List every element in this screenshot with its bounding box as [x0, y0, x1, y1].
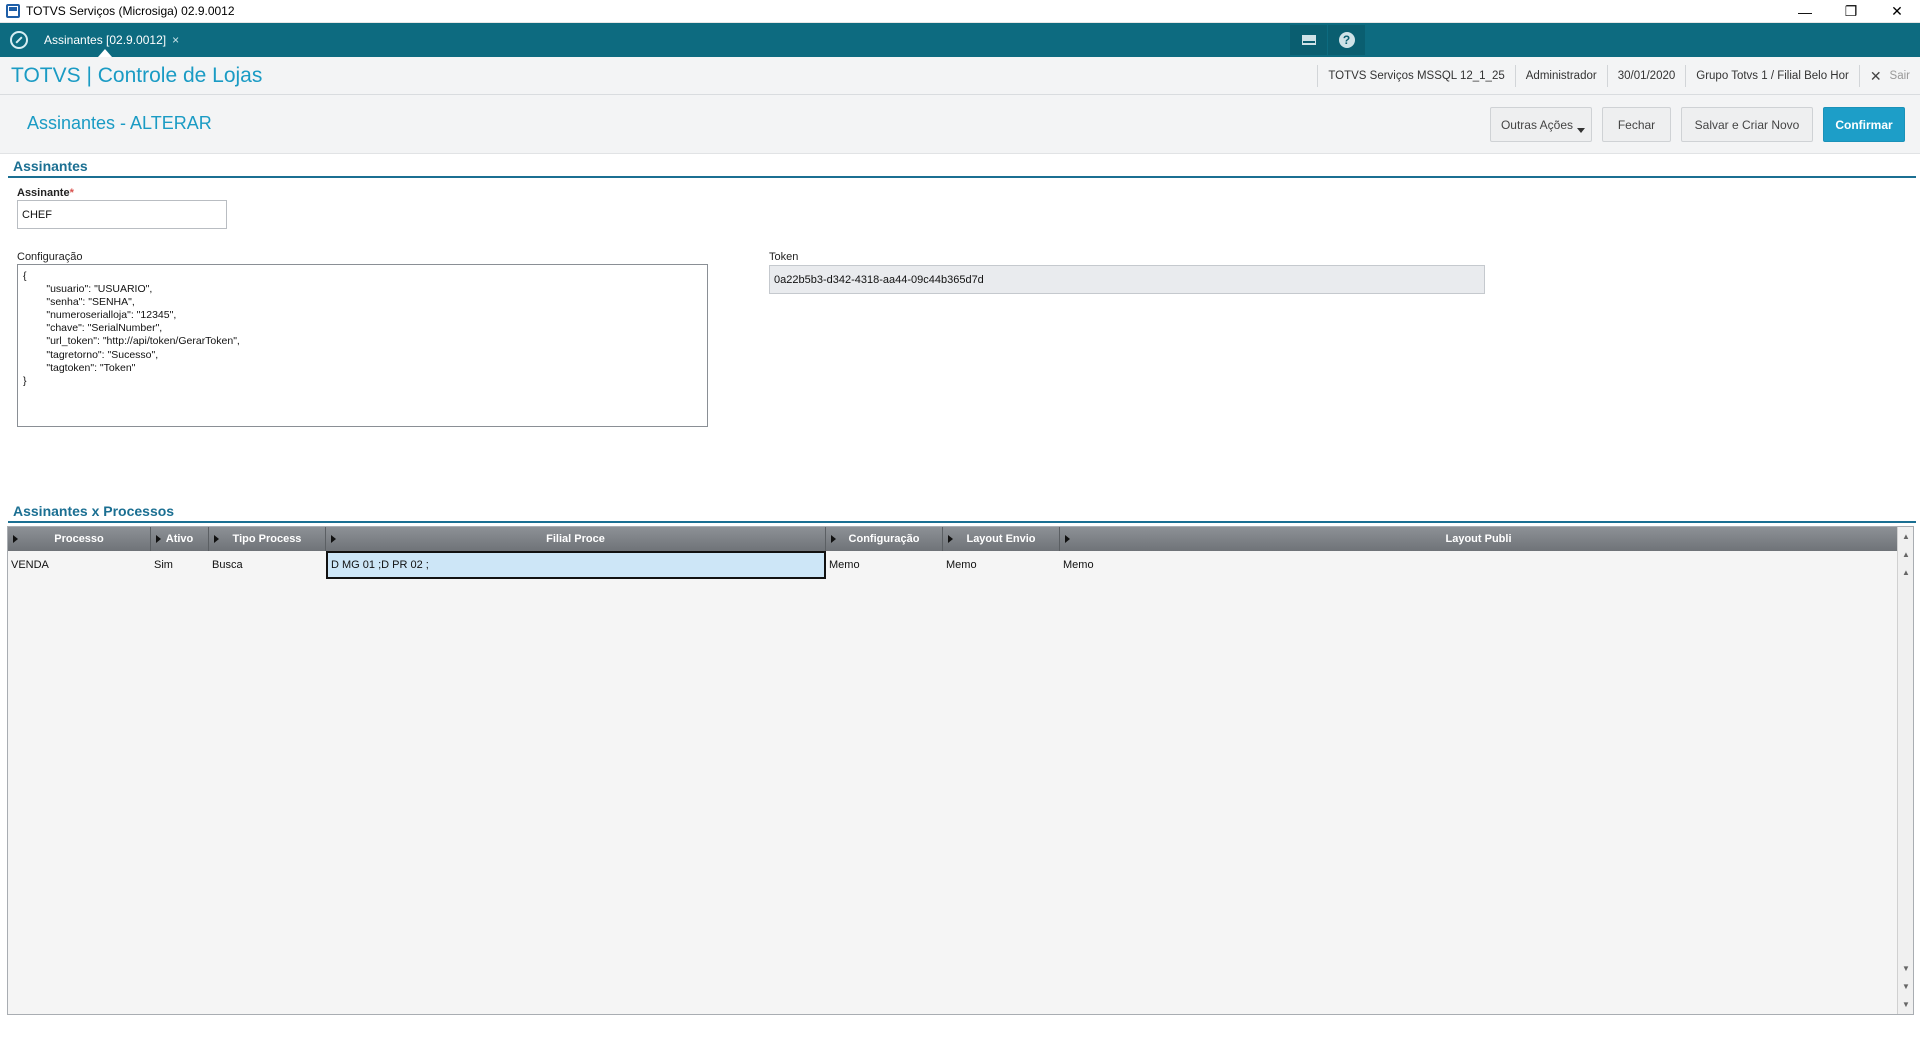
section-divider [8, 176, 1916, 178]
page-toolbar: Assinantes - ALTERAR Outras Ações Fechar… [0, 95, 1920, 154]
app-header: TOTVS | Controle de Lojas TOTVS Serviços… [0, 57, 1920, 95]
column-arrow-icon [156, 535, 161, 543]
scroll-bottom-icon[interactable]: ▼ [1900, 997, 1912, 1011]
active-tab-caret-icon [98, 49, 112, 57]
window-controls: — ❐ ✕ [1782, 0, 1920, 23]
window-title: TOTVS Serviços (Microsiga) 02.9.0012 [26, 4, 235, 18]
date-label: 30/01/2020 [1606, 65, 1686, 87]
column-header-layout-publi[interactable]: Layout Publi [1060, 527, 1898, 551]
grid-header: Processo Ativo Tipo Process Filial Proce… [8, 527, 1898, 551]
token-field: 0a22b5b3-d342-4318-aa44-09c44b365d7d [769, 265, 1485, 294]
column-arrow-icon [1065, 535, 1070, 543]
tab-assinantes[interactable]: Assinantes [02.9.0012] × [36, 29, 187, 51]
company-label: Grupo Totvs 1 / Filial Belo Hor [1685, 65, 1859, 87]
cell-filial-processo[interactable]: D MG 01 ;D PR 02 ; [326, 551, 826, 579]
cell-layout-publi[interactable]: Memo [1060, 551, 1898, 579]
confirm-button[interactable]: Confirmar [1823, 107, 1905, 142]
chevron-down-icon [1577, 128, 1585, 133]
scroll-top-icon[interactable]: ▲ [1900, 529, 1912, 543]
assinante-label: Assinante* [17, 187, 74, 199]
messages-button[interactable] [1290, 25, 1327, 55]
scroll-page-down-icon[interactable]: ▼ [1900, 979, 1912, 993]
column-arrow-icon [331, 535, 336, 543]
other-actions-label: Outras Ações [1500, 117, 1574, 132]
cell-processo[interactable]: VENDA [8, 551, 151, 579]
processes-grid: Processo Ativo Tipo Process Filial Proce… [7, 526, 1914, 1015]
cell-ativo[interactable]: Sim [151, 551, 209, 579]
grid-vertical-scrollbar[interactable]: ▲ ▲ ▲ ▼ ▼ ▼ [1897, 527, 1913, 1014]
close-icon: ✕ [1869, 67, 1882, 84]
column-header-processo[interactable]: Processo [8, 527, 151, 551]
other-actions-button[interactable]: Outras Ações [1490, 107, 1592, 142]
section-title-processos: Assinantes x Processos [13, 503, 175, 519]
header-info: TOTVS Serviços MSSQL 12_1_25 Administrad… [1317, 57, 1920, 95]
save-and-new-button[interactable]: Salvar e Criar Novo [1681, 107, 1813, 142]
scroll-page-up-icon[interactable]: ▲ [1900, 547, 1912, 561]
table-row[interactable]: VENDA Sim Busca D MG 01 ;D PR 02 ; Memo … [8, 551, 1898, 579]
column-header-ativo[interactable]: Ativo [151, 527, 209, 551]
mail-icon [1301, 35, 1316, 45]
home-icon[interactable] [10, 31, 28, 49]
brand-title: TOTVS | Controle de Lojas [11, 64, 263, 87]
cell-layout-envio[interactable]: Memo [943, 551, 1060, 579]
environment-label: TOTVS Serviços MSSQL 12_1_25 [1317, 65, 1514, 87]
help-button[interactable]: ? [1328, 25, 1365, 55]
required-mark: * [69, 187, 74, 199]
cell-tipo-processo[interactable]: Busca [209, 551, 326, 579]
column-arrow-icon [948, 535, 953, 543]
column-header-filial-processo[interactable]: Filial Proce [326, 527, 826, 551]
column-header-layout-envio[interactable]: Layout Envio [943, 527, 1060, 551]
assinante-input[interactable]: CHEF [17, 200, 227, 229]
scroll-down-icon[interactable]: ▼ [1900, 961, 1912, 975]
tab-close-icon[interactable]: × [172, 33, 179, 47]
cell-configuracao[interactable]: Memo [826, 551, 943, 579]
minimize-button[interactable]: — [1782, 0, 1828, 23]
column-header-configuracao[interactable]: Configuração [826, 527, 943, 551]
token-label: Token [769, 251, 799, 263]
window-titlebar: TOTVS Serviços (Microsiga) 02.9.0012 — ❐… [0, 0, 1920, 23]
restore-button[interactable]: ❐ [1828, 0, 1874, 23]
assinante-label-text: Assinante [17, 187, 70, 199]
config-textarea[interactable]: { "usuario": "USUARIO", "senha": "SENHA"… [17, 264, 708, 427]
close-button[interactable]: Fechar [1602, 107, 1671, 142]
user-label: Administrador [1514, 65, 1607, 87]
column-header-tipo-processo[interactable]: Tipo Process [209, 527, 326, 551]
section-title-assinantes: Assinantes [13, 158, 88, 174]
column-arrow-icon [13, 535, 18, 543]
column-arrow-icon [214, 535, 219, 543]
exit-label: Sair [1889, 70, 1910, 82]
help-icon: ? [1338, 32, 1355, 48]
app-icon [6, 4, 20, 18]
column-arrow-icon [831, 535, 836, 543]
tab-bar: Assinantes [02.9.0012] × ? [0, 23, 1920, 57]
close-window-button[interactable]: ✕ [1874, 0, 1920, 23]
tab-label: Assinantes [02.9.0012] [44, 33, 167, 47]
section-divider [8, 521, 1916, 523]
page-title: Assinantes - ALTERAR [27, 113, 212, 133]
config-label: Configuração [17, 251, 83, 263]
scroll-up-icon[interactable]: ▲ [1900, 565, 1912, 579]
exit-button[interactable]: ✕ Sair [1858, 65, 1920, 87]
